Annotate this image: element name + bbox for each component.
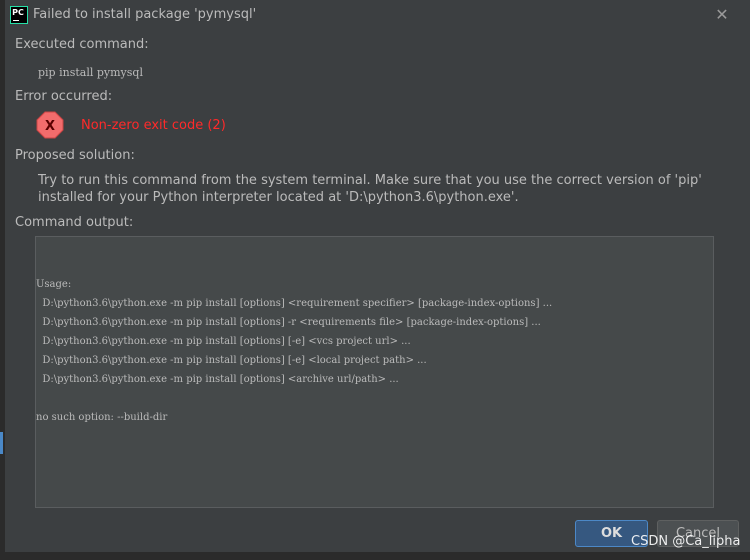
ide-bottom-edge	[5, 552, 750, 560]
output-line: D:\python3.6\python.exe -m pip install […	[36, 317, 541, 328]
dialog-title: Failed to install package 'pymysql'	[33, 7, 257, 22]
error-icon: X	[36, 111, 64, 139]
executed-command-text: pip install pymysql	[38, 66, 143, 79]
output-line: D:\python3.6\python.exe -m pip install […	[36, 355, 427, 366]
output-line: D:\python3.6\python.exe -m pip install […	[36, 374, 399, 385]
pycharm-icon: PC	[10, 6, 28, 24]
close-icon[interactable]: ✕	[712, 5, 732, 25]
proposed-solution-label: Proposed solution:	[15, 148, 135, 163]
output-line: Usage:	[36, 279, 72, 290]
error-icon-glyph: X	[45, 119, 55, 134]
command-output-label: Command output:	[15, 215, 134, 230]
executed-command-label: Executed command:	[15, 37, 149, 52]
install-error-dialog: PC Failed to install package 'pymysql' ✕…	[5, 0, 750, 560]
ide-edge-marker	[0, 432, 3, 454]
proposed-solution-text: Try to run this command from the system …	[38, 173, 702, 205]
command-output-box[interactable]: Usage: D:\python3.6\python.exe -m pip in…	[35, 236, 714, 508]
output-line: no such option: --build-dir	[36, 412, 168, 423]
error-occurred-label: Error occurred:	[15, 89, 113, 104]
error-message: Non-zero exit code (2)	[81, 118, 226, 133]
output-line: D:\python3.6\python.exe -m pip install […	[36, 298, 553, 309]
csdn-watermark: CSDN @Ca_lipha	[631, 534, 741, 549]
output-line: D:\python3.6\python.exe -m pip install […	[36, 336, 411, 347]
dialog-titlebar: PC Failed to install package 'pymysql' ✕	[5, 0, 750, 30]
